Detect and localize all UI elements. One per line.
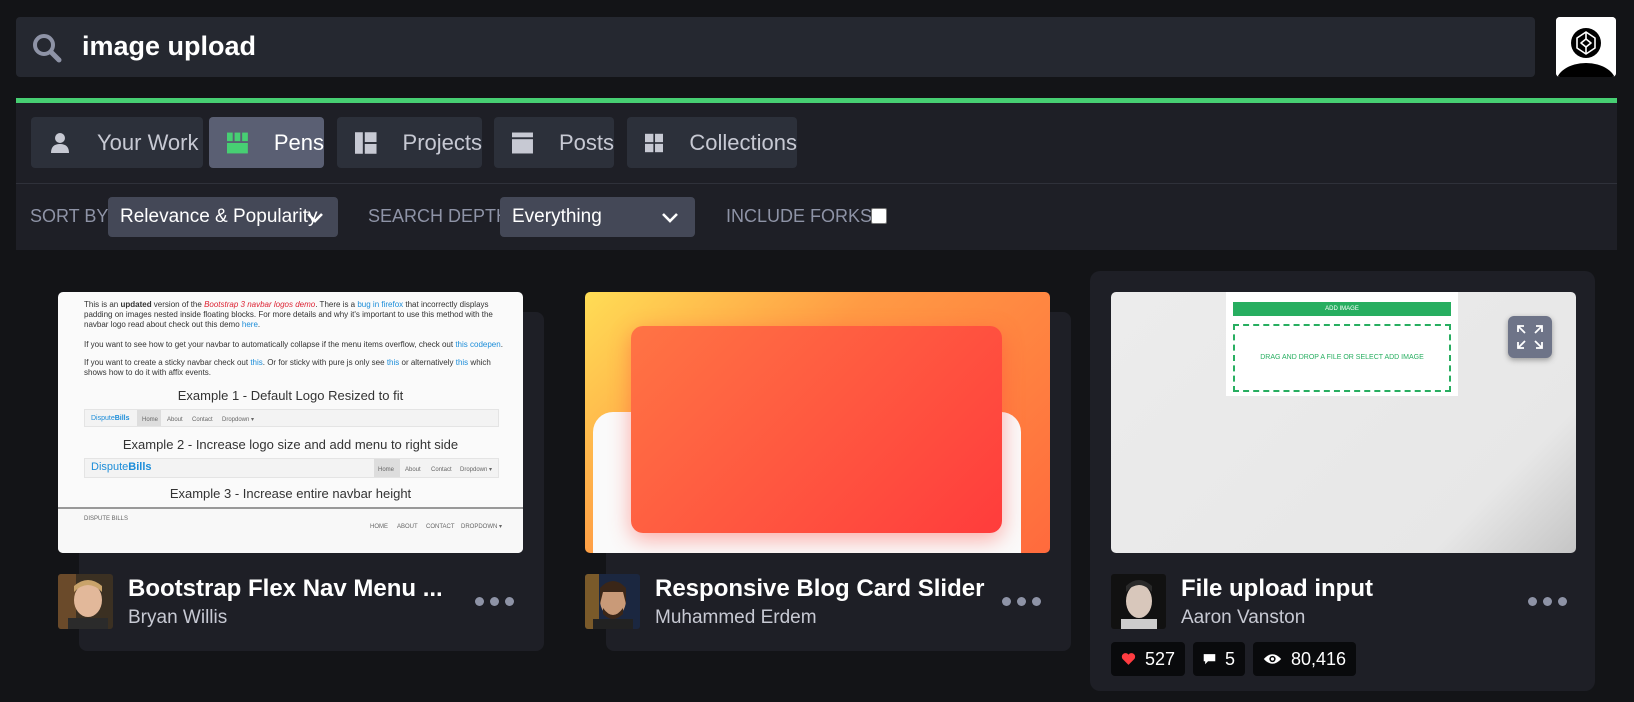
heart-icon: [1121, 653, 1136, 665]
tab-label: Pens: [273, 129, 324, 155]
author-avatar[interactable]: [1111, 574, 1166, 629]
tab-pens[interactable]: Pens: [209, 117, 324, 168]
tab-label: Your Work: [97, 129, 199, 155]
pen-author[interactable]: Bryan Willis: [128, 607, 227, 629]
pen-title[interactable]: Responsive Blog Card Slider: [655, 575, 984, 603]
tab-label: Projects: [402, 129, 482, 155]
pen-title[interactable]: File upload input: [1181, 575, 1373, 603]
chevron-down-icon: [307, 213, 323, 223]
sort-by-select[interactable]: Relevance & Popularity: [108, 197, 338, 237]
views-count: 80,416: [1290, 648, 1346, 669]
sort-by-value: Relevance & Popularity: [120, 206, 318, 227]
pens-grid-icon: [227, 132, 248, 153]
projects-icon: [355, 131, 377, 154]
search-depth-select[interactable]: Everything: [500, 197, 695, 237]
expand-preview-button[interactable]: [1508, 316, 1552, 358]
posts-icon: [512, 132, 533, 153]
pen-preview[interactable]: [585, 292, 1050, 553]
comment-icon: [1203, 653, 1216, 664]
comments-count: 5: [1224, 648, 1235, 669]
user-avatar[interactable]: [1556, 17, 1616, 77]
tab-label: Posts: [558, 129, 614, 155]
search-input[interactable]: image upload: [82, 31, 256, 62]
pen-author[interactable]: Aaron Vanston: [1181, 607, 1305, 629]
likes-stat[interactable]: 527: [1111, 642, 1185, 676]
search-type-tabs: Your Work Pens Projects Posts Collection…: [16, 103, 1617, 184]
tab-your-work[interactable]: Your Work: [31, 117, 203, 168]
likes-count: 527: [1144, 648, 1175, 669]
pen-author[interactable]: Muhammed Erdem: [655, 607, 817, 629]
user-icon: [51, 132, 69, 153]
add-image-button: ADD IMAGE: [1233, 302, 1451, 316]
pen-preview[interactable]: ADD IMAGE DRAG AND DROP A FILE OR SELECT…: [1111, 292, 1576, 553]
pen-title[interactable]: Bootstrap Flex Nav Menu ...: [128, 575, 443, 603]
tab-collections[interactable]: Collections: [627, 117, 797, 168]
more-options-icon[interactable]: [1528, 597, 1567, 606]
search-bar[interactable]: image upload: [16, 17, 1535, 77]
filter-bar: SORT BY Relevance & Popularity SEARCH DE…: [16, 184, 1617, 250]
search-icon: [33, 34, 62, 63]
pen-preview[interactable]: This is an updated version of the Bootst…: [58, 292, 523, 553]
search-depth-label: SEARCH DEPTH: [368, 206, 510, 226]
tab-projects[interactable]: Projects: [337, 117, 482, 168]
drop-zone: DRAG AND DROP A FILE OR SELECT ADD IMAGE: [1233, 324, 1451, 392]
author-avatar[interactable]: [585, 574, 640, 629]
views-stat: 80,416: [1253, 642, 1356, 676]
tab-label: Collections: [689, 129, 797, 155]
search-depth-value: Everything: [512, 206, 602, 227]
chevron-down-icon: [662, 213, 678, 223]
collections-icon: [645, 133, 664, 152]
preview-navbar: DisputeBills Home About Contact Dropdown…: [84, 458, 499, 478]
preview-heading: Example 1 - Default Logo Resized to fit: [177, 388, 404, 403]
tab-posts[interactable]: Posts: [494, 117, 614, 168]
preview-heading: Example 2 - Increase logo size and add m…: [122, 437, 459, 452]
more-options-icon[interactable]: [475, 597, 514, 606]
include-forks-checkbox[interactable]: [871, 208, 887, 224]
include-forks-label: INCLUDE FORKS?: [726, 206, 883, 226]
preview-heading: Example 3 - Increase entire navbar heigh…: [169, 486, 412, 501]
eye-icon: [1263, 654, 1282, 664]
author-avatar[interactable]: [58, 574, 113, 629]
expand-icon: [1517, 325, 1543, 349]
preview-navbar: DisputeBills Home About Contact Dropdown…: [84, 409, 499, 427]
more-options-icon[interactable]: [1002, 597, 1041, 606]
sort-by-label: SORT BY: [30, 206, 109, 226]
comments-stat[interactable]: 5: [1193, 642, 1245, 676]
